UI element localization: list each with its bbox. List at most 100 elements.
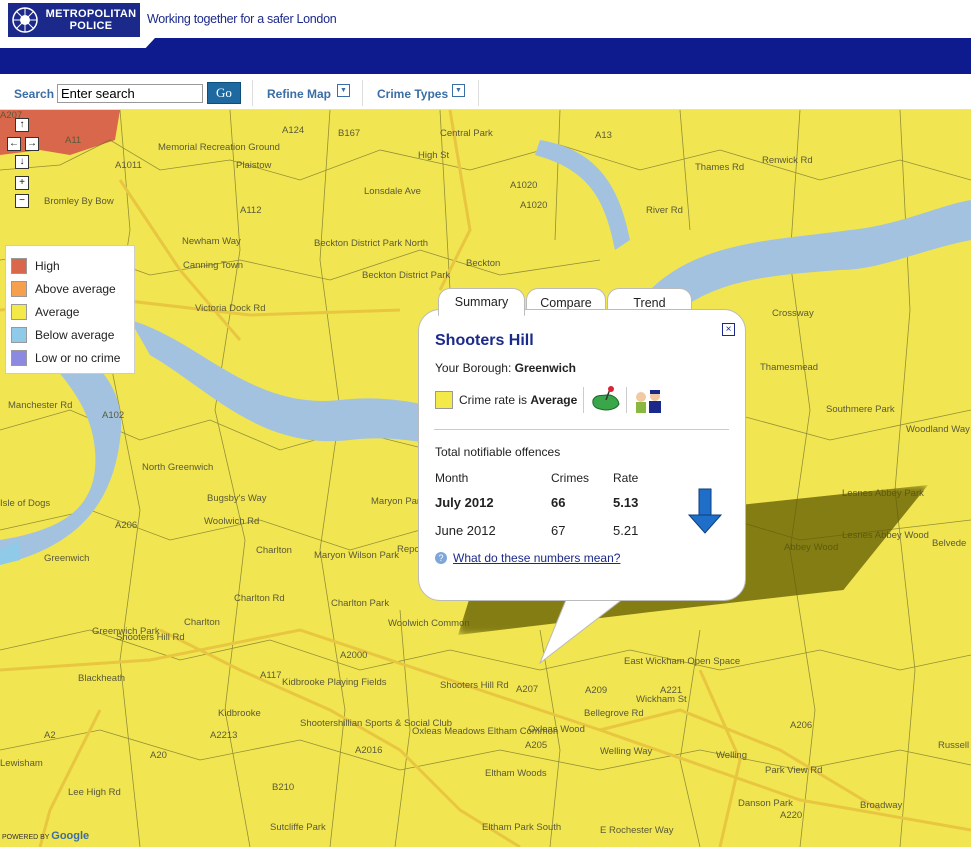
zoom-out-button[interactable]: − xyxy=(15,194,29,208)
pan-up-button[interactable]: ↑ xyxy=(15,118,29,132)
divider xyxy=(583,387,585,413)
map-label: Greenwich xyxy=(44,553,90,564)
crime-rate-line: Crime rate is Average xyxy=(435,386,665,414)
pan-left-button[interactable]: ← xyxy=(7,137,21,151)
map-label: A2 xyxy=(44,730,56,741)
area-title: Shooters Hill xyxy=(435,332,534,349)
trend-down-arrow-icon xyxy=(687,488,723,534)
google-logo: Google xyxy=(51,830,90,842)
legend-item: High xyxy=(11,254,129,277)
search-label: Search xyxy=(14,87,55,101)
help-icon[interactable]: ? xyxy=(435,552,447,564)
map-label: Woolwich Rd xyxy=(204,516,260,527)
legend-item: Low or no crime xyxy=(11,346,129,369)
map-label: Shooters Hill Rd xyxy=(116,632,185,643)
map-label: Maryon Wilson Park xyxy=(314,550,399,561)
refine-map-menu[interactable]: Refine Map xyxy=(267,87,331,101)
pan-right-button[interactable]: → xyxy=(25,137,39,151)
logo-text: METROPOLITAN POLICE xyxy=(42,8,140,32)
map-label: North Greenwich xyxy=(142,462,214,473)
map-label: A205 xyxy=(525,740,548,751)
map-label: Charlton xyxy=(256,545,292,556)
map-label: Lonsdale Ave xyxy=(364,186,421,197)
map-label: Bugsby's Way xyxy=(207,493,267,504)
map-label: Blackheath xyxy=(78,673,126,684)
crime-map[interactable]: Central Park Memorial Recreation Ground Pl… xyxy=(0,110,971,847)
map-label: A117 xyxy=(260,670,282,681)
map-label: Sutcliffe Park xyxy=(270,822,326,833)
map-label: Thamesmead xyxy=(760,362,819,373)
close-icon[interactable]: × xyxy=(722,323,735,336)
pan-down-button[interactable]: ↓ xyxy=(15,155,29,169)
map-label: Eltham Park South xyxy=(482,822,562,833)
help-link[interactable]: What do these numbers mean? xyxy=(453,551,620,565)
map-label: A1020 xyxy=(520,200,548,211)
map-label: Park View Rd xyxy=(765,765,823,776)
borough-map-pin-icon[interactable] xyxy=(590,386,622,414)
tagline: Working together for a safer London xyxy=(147,12,337,26)
crest-icon xyxy=(8,3,42,37)
legend-item: Average xyxy=(11,300,129,323)
search-input[interactable] xyxy=(57,84,203,103)
zoom-in-button[interactable]: + xyxy=(15,176,29,190)
popup-tail xyxy=(538,595,629,665)
divider xyxy=(478,80,479,106)
map-label: A2213 xyxy=(210,730,238,741)
map-label: A2016 xyxy=(355,745,383,756)
rate-label: Crime rate is xyxy=(459,393,528,407)
map-label: B210 xyxy=(272,782,295,793)
col-month: Month xyxy=(435,471,469,485)
rate-value: Average xyxy=(530,393,578,407)
legend-swatch xyxy=(11,303,27,320)
legend-label: Low or no crime xyxy=(35,350,121,365)
map-label: Southmere Park xyxy=(826,404,895,415)
chevron-down-icon[interactable]: ▼ xyxy=(452,84,465,97)
rate-swatch xyxy=(435,391,453,409)
map-label: Oxleas Wood xyxy=(528,724,585,735)
map-label: Charlton Rd xyxy=(234,593,285,604)
legend-swatch xyxy=(11,280,27,297)
chevron-down-icon[interactable]: ▼ xyxy=(337,84,350,97)
site-header: METROPOLITAN POLICE Working together for… xyxy=(0,0,971,38)
total-offences-label: Total notifiable offences xyxy=(435,445,561,459)
map-label: A207 xyxy=(516,684,539,695)
map-label: A206 xyxy=(790,720,813,731)
legend-item: Above average xyxy=(11,277,129,300)
map-label: Kidbrooke xyxy=(218,708,261,719)
go-button[interactable]: Go xyxy=(207,82,241,104)
police-officers-icon[interactable] xyxy=(631,386,665,414)
col-rate: Rate xyxy=(613,471,639,485)
map-label: Maryon Park xyxy=(371,496,425,507)
map-label: Eltham Woods xyxy=(485,768,547,779)
map-label: Broadway xyxy=(860,800,903,811)
map-label: A20 xyxy=(150,750,167,761)
map-label: Manchester Rd xyxy=(8,400,73,411)
met-police-logo[interactable]: METROPOLITAN POLICE xyxy=(8,3,140,37)
map-label: A206 xyxy=(115,520,138,531)
map-label: Isle of Dogs xyxy=(0,498,51,509)
map-label: A2000 xyxy=(340,650,368,661)
map-label: Charlton Park xyxy=(331,598,390,609)
map-label: Plaistow xyxy=(236,160,272,171)
legend-swatch xyxy=(11,326,27,343)
map-label: A112 xyxy=(240,205,262,216)
tab-summary[interactable]: Summary xyxy=(438,288,525,316)
map-label: East Wickham Open Space xyxy=(624,656,741,667)
row1-crimes: 66 xyxy=(551,495,566,510)
row2-month: June 2012 xyxy=(435,523,496,538)
legend-label: Average xyxy=(35,304,80,319)
map-label: High St xyxy=(418,150,450,161)
crime-types-menu[interactable]: Crime Types xyxy=(377,87,448,101)
map-label: Shooters Hill Rd xyxy=(440,680,509,691)
map-label: Woodland Way xyxy=(906,424,970,435)
legend-item: Below average xyxy=(11,323,129,346)
powered-by-label: POWERED BY xyxy=(2,834,50,841)
map-label: A1020 xyxy=(510,180,538,191)
borough-label: Your Borough: xyxy=(435,361,515,375)
map-label: Thames Rd xyxy=(695,162,745,173)
map-label: A1011 xyxy=(115,160,142,171)
map-label: Renwick Rd xyxy=(762,155,813,166)
map-label: Welling xyxy=(716,750,747,761)
toolbar: Search Go Refine Map ▼ Crime Types ▼ xyxy=(0,74,971,110)
map-label: Canning Town xyxy=(183,260,244,271)
